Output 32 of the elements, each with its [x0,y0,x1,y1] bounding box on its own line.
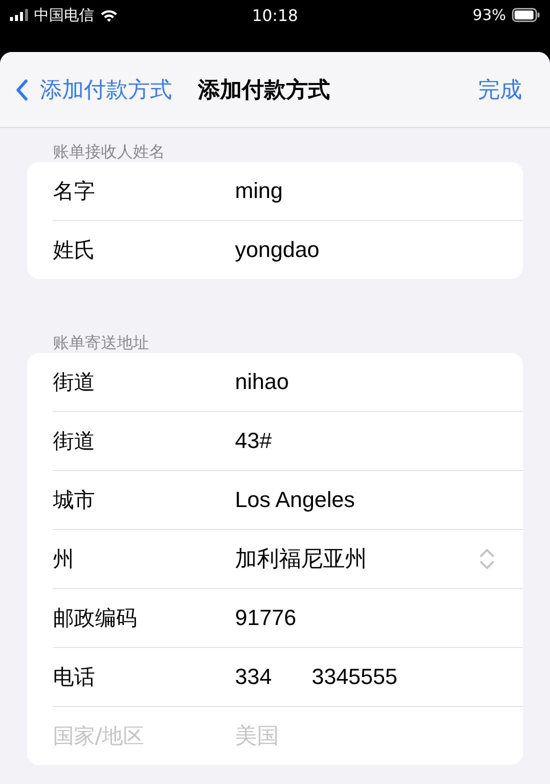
nav-title: 添加付款方式 [198,76,330,104]
battery-percent: 93% [472,6,506,24]
field-label: 州 [53,546,75,573]
done-button[interactable]: 完成 [478,74,522,104]
field-value[interactable]: ming [235,178,283,204]
field-label: 街道 [53,428,96,455]
field-value[interactable]: nihao [235,369,289,395]
field-label: 城市 [53,487,96,514]
battery-icon [512,8,540,22]
field-label: 邮政编码 [53,605,138,632]
chevron-left-icon [15,78,28,100]
field-value[interactable]: 43# [235,428,272,454]
field-value: 美国 [235,722,279,750]
signal-icon [10,9,28,21]
section-header: 账单寄送地址 [52,332,150,353]
field-value[interactable]: Los Angeles [235,487,355,513]
field-label: 姓氏 [53,237,96,264]
field-value[interactable]: 3345555 [312,664,398,690]
field-label: 国家/地区 [53,723,146,750]
back-button[interactable]: 添加付款方式 [15,74,172,104]
status-time: 10:18 [252,6,298,24]
field-label: 电话 [53,664,96,691]
carrier-name: 中国电信 [34,6,94,24]
field-value[interactable]: 334 [235,664,272,690]
wifi-icon [100,8,118,22]
field-label: 街道 [53,369,96,396]
field-value[interactable]: 91776 [235,605,296,631]
field-label: 名字 [53,178,96,205]
up-down-chevron-icon[interactable] [479,547,495,571]
section-header: 账单接收人姓名 [52,141,166,162]
field-value[interactable]: yongdao [235,237,320,263]
field-value[interactable]: 加利福尼亚州 [235,544,367,574]
